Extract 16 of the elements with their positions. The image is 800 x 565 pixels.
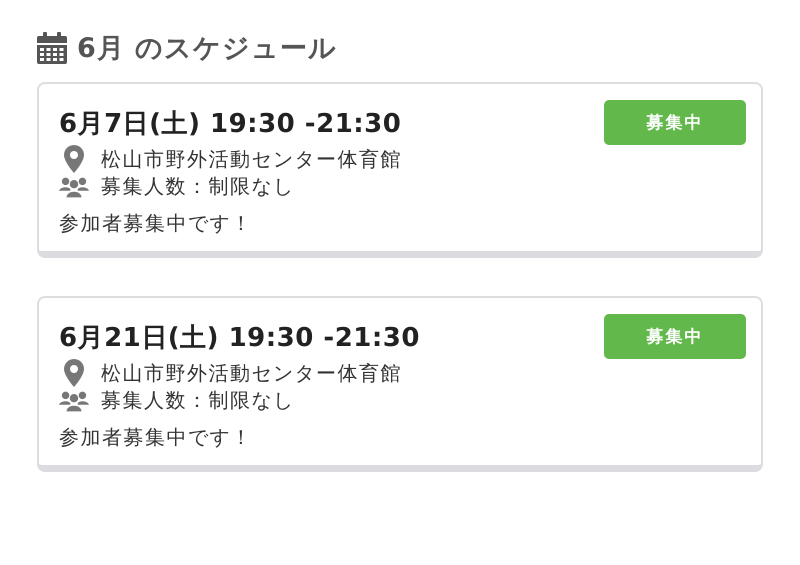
- event-datetime: 6月21日(土) 19:30 -21:30: [59, 322, 420, 355]
- people-icon: [59, 390, 89, 412]
- event-note: 参加者募集中です！: [59, 210, 254, 237]
- venue-text: 松山市野外活動センター体育館: [101, 146, 402, 172]
- schedule-title: 6月 のスケジュール: [77, 32, 338, 66]
- calendar-icon: [37, 32, 67, 64]
- event-datetime: 6月7日(土) 19:30 -21:30: [59, 108, 402, 141]
- event-note: 参加者募集中です！: [59, 424, 254, 451]
- status-badge: 募集中: [604, 314, 746, 359]
- status-badge: 募集中: [604, 100, 746, 145]
- capacity-text: 募集人数：制限なし: [101, 173, 294, 200]
- map-pin-icon: [64, 359, 84, 387]
- venue-text: 松山市野外活動センター体育館: [101, 360, 402, 386]
- capacity-text: 募集人数：制限なし: [101, 387, 294, 414]
- map-pin-icon: [64, 145, 84, 173]
- people-icon: [59, 176, 89, 198]
